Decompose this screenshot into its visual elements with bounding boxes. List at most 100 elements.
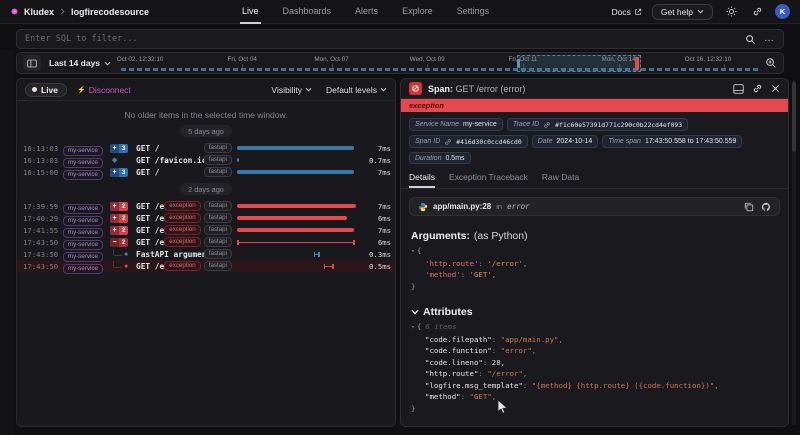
expand-count-badge[interactable]: +3 bbox=[110, 144, 128, 153]
visibility-label: Visibility bbox=[271, 85, 302, 95]
link-icon bbox=[752, 6, 763, 17]
external-link-icon bbox=[634, 8, 642, 16]
live-status-dot bbox=[32, 87, 37, 92]
attributes-heading[interactable]: Attributes bbox=[411, 306, 778, 318]
trace-row-child-selected[interactable]: 17:43:50 my-service ● GET /error (error)… bbox=[17, 260, 395, 272]
fastapi-tag[interactable]: fastapi bbox=[204, 143, 232, 153]
fastapi-tag[interactable]: fastapi bbox=[204, 225, 232, 235]
chevron-down-icon bbox=[104, 61, 111, 66]
service-tag[interactable]: my-service bbox=[63, 170, 103, 180]
search-icon[interactable] bbox=[745, 34, 756, 45]
exception-tag[interactable]: exception bbox=[164, 225, 201, 235]
tab-details[interactable]: Details bbox=[409, 172, 435, 188]
arg-key: 'http.route' bbox=[425, 259, 487, 268]
link-icon[interactable] bbox=[752, 83, 763, 94]
top-bar: Kludex logfirecodesource Live Dashboards… bbox=[0, 0, 800, 24]
tab-dashboards[interactable]: Dashboards bbox=[281, 0, 334, 24]
timeline[interactable]: Oct 02, 12:32:10 Fri, Oct 04 Mon, Oct 07… bbox=[121, 53, 759, 73]
tab-live[interactable]: Live bbox=[240, 0, 261, 24]
dock-panel-icon[interactable] bbox=[733, 84, 744, 94]
timeline-tick-label: Oct 02, 12:32:10 bbox=[117, 56, 164, 63]
fastapi-tag[interactable]: fastapi bbox=[204, 167, 232, 177]
docs-link[interactable]: Docs bbox=[611, 7, 641, 17]
attr-key: "code.lineno" bbox=[425, 358, 492, 367]
breadcrumb-project[interactable]: logfirecodesource bbox=[71, 7, 149, 17]
collapse-count-badge[interactable]: −2 bbox=[110, 238, 128, 247]
collapse-icon: − bbox=[110, 238, 119, 247]
expand-count-badge[interactable]: +2 bbox=[110, 202, 128, 211]
more-options-icon[interactable]: … bbox=[764, 36, 775, 42]
duration-label: 6ms bbox=[361, 214, 391, 223]
live-trace-panel: Live ⚡ Disconnect Visibility Default lev… bbox=[16, 78, 396, 427]
fastapi-tag[interactable]: fastapi bbox=[204, 261, 232, 271]
close-icon[interactable] bbox=[771, 84, 780, 93]
live-label: Live bbox=[41, 85, 58, 95]
github-icon[interactable] bbox=[761, 202, 771, 212]
live-panel-controls: Visibility Default levels bbox=[271, 85, 387, 95]
fastapi-tag[interactable]: fastapi bbox=[204, 213, 232, 223]
timeline-selection[interactable] bbox=[517, 55, 641, 72]
exception-tag[interactable]: exception bbox=[164, 237, 201, 247]
fastapi-tag[interactable]: fastapi bbox=[204, 155, 232, 165]
duration-bar-zone bbox=[237, 166, 361, 178]
service-tag[interactable]: my-service bbox=[63, 264, 103, 274]
fastapi-tag[interactable]: fastapi bbox=[204, 201, 232, 211]
row-timestamp: 17:43:50 bbox=[21, 262, 63, 271]
live-button[interactable]: Live bbox=[25, 83, 67, 97]
theme-toggle-button[interactable] bbox=[723, 4, 739, 20]
duration-bar bbox=[237, 228, 354, 232]
selection-left-handle[interactable] bbox=[517, 59, 520, 68]
trace-row[interactable]: 16:15:00 my-service +3 GET / fastapi 7ms bbox=[17, 166, 395, 178]
timeline-zoom-button[interactable] bbox=[765, 57, 777, 69]
breadcrumb-chevron-icon bbox=[59, 8, 66, 15]
meta-trace-id[interactable]: Trace ID #f1c60e57391d771c290c0b22cd4ef0… bbox=[507, 118, 688, 131]
share-link-button[interactable] bbox=[749, 4, 765, 20]
duration-bar-zone bbox=[237, 212, 361, 224]
expand-count-badge[interactable]: +2 bbox=[110, 226, 128, 235]
attr-key: "code.filepath" bbox=[425, 335, 501, 344]
arguments-code-block: ▾{ 'http.route''/error', 'method''GET', … bbox=[411, 245, 778, 292]
tab-raw-data[interactable]: Raw Data bbox=[542, 172, 579, 188]
sidebar-toggle-button[interactable] bbox=[23, 55, 41, 71]
scrollbar[interactable] bbox=[792, 80, 796, 425]
tab-explore[interactable]: Explore bbox=[400, 0, 435, 24]
disconnect-button[interactable]: ⚡ Disconnect bbox=[77, 85, 131, 95]
collapse-caret-icon[interactable]: ▾ bbox=[411, 247, 415, 255]
exception-tag[interactable]: exception bbox=[164, 201, 201, 211]
code-file-path[interactable]: app/main.py:28 bbox=[433, 202, 491, 211]
scrollbar-thumb[interactable] bbox=[792, 82, 796, 152]
chevron-down-icon bbox=[411, 309, 419, 315]
time-range-dropdown[interactable]: Last 14 days bbox=[49, 58, 111, 68]
duration-label: 0.5ms bbox=[361, 262, 391, 271]
expand-icon: + bbox=[110, 144, 119, 153]
chevron-down-icon bbox=[697, 9, 704, 14]
get-help-button[interactable]: Get help bbox=[652, 4, 713, 20]
breadcrumb-org[interactable]: Kludex bbox=[24, 7, 54, 17]
span-name: GET /error bbox=[136, 202, 164, 211]
default-levels-dropdown[interactable]: Default levels bbox=[326, 85, 387, 95]
expand-count-badge[interactable]: +2 bbox=[110, 214, 128, 223]
tab-settings[interactable]: Settings bbox=[455, 0, 492, 24]
expand-count-badge[interactable]: +3 bbox=[110, 168, 128, 177]
exception-tag[interactable]: exception bbox=[164, 261, 201, 271]
avatar[interactable]: K bbox=[775, 4, 790, 19]
copy-icon[interactable] bbox=[744, 202, 754, 212]
tab-alerts[interactable]: Alerts bbox=[353, 0, 380, 24]
sql-filter-bar: … bbox=[16, 29, 784, 49]
tree-elbow bbox=[113, 261, 122, 268]
attr-value: "GET", bbox=[470, 392, 497, 401]
collapse-caret-icon[interactable]: ▾ bbox=[411, 323, 415, 331]
fastapi-tag[interactable]: fastapi bbox=[204, 249, 232, 259]
docs-label: Docs bbox=[611, 7, 630, 17]
exception-tag[interactable]: exception bbox=[164, 213, 201, 223]
selection-event-marker bbox=[635, 57, 639, 70]
fastapi-tag[interactable]: fastapi bbox=[204, 237, 232, 247]
visibility-dropdown[interactable]: Visibility bbox=[271, 85, 312, 95]
meta-span-id[interactable]: Span ID #416d30c0ccd46cd0 bbox=[409, 135, 528, 148]
sql-filter-input[interactable] bbox=[25, 34, 737, 44]
duration-bar-zone bbox=[237, 142, 361, 154]
tab-exception-traceback[interactable]: Exception Traceback bbox=[449, 172, 528, 188]
duration-bar bbox=[237, 170, 354, 174]
duration-bar-zone bbox=[237, 224, 361, 236]
row-timestamp: 16:13:03 bbox=[21, 144, 63, 153]
